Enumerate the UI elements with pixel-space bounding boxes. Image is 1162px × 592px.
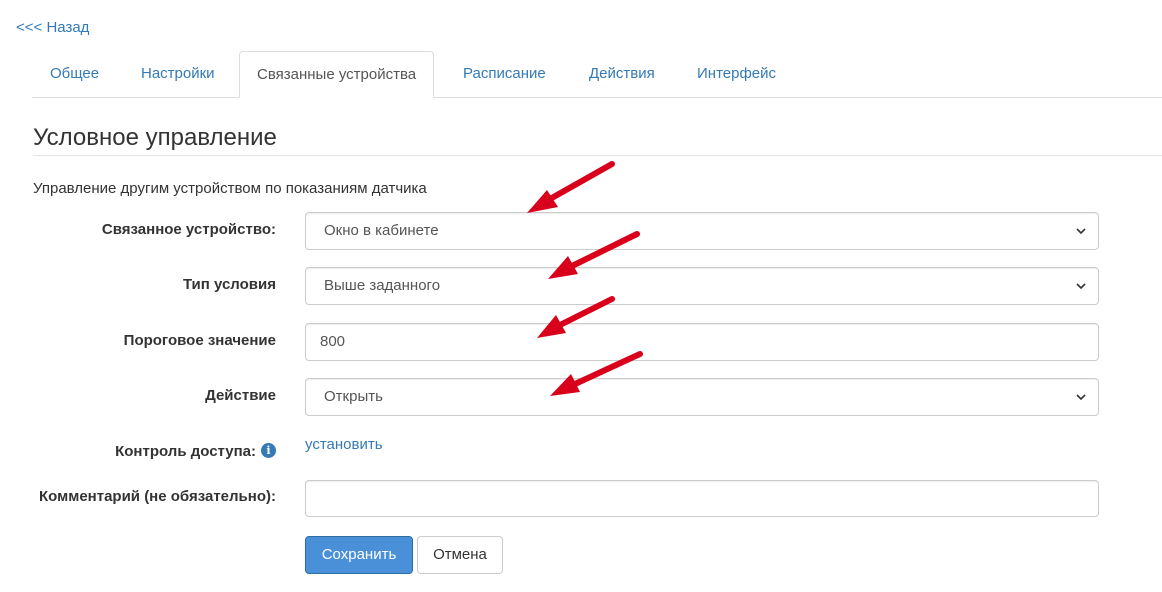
tab-general[interactable]: Общее [32, 51, 117, 97]
tab-interface[interactable]: Интерфейс [679, 51, 794, 97]
condition-type-value: Выше заданного [324, 277, 441, 294]
tab-schedule[interactable]: Расписание [445, 51, 564, 97]
tab-actions[interactable]: Действия [571, 51, 673, 97]
section-description: Управление другим устройством по показан… [33, 180, 427, 197]
save-button[interactable]: Сохранить [305, 536, 413, 574]
linked-device-label: Связанное устройство: [101, 221, 276, 238]
condition-type-label: Тип условия [182, 276, 276, 293]
condition-type-select[interactable]: Выше заданного [305, 267, 1099, 305]
back-link[interactable]: <<< Назад [16, 19, 89, 37]
action-value: Открыть [324, 388, 383, 405]
annotation-arrow [527, 161, 615, 213]
chevron-down-icon [1076, 394, 1086, 401]
access-control-set-link[interactable]: установить [305, 436, 383, 454]
threshold-input[interactable]: 800 [305, 323, 1099, 361]
linked-device-select[interactable]: Окно в кабинете [305, 212, 1099, 250]
tab-linked-devices[interactable]: Связанные устройства [239, 51, 435, 98]
cancel-button[interactable]: Отмена [417, 536, 503, 574]
comment-label: Комментарий (не обязательно): [39, 488, 276, 505]
chevron-down-icon [1076, 283, 1086, 290]
tab-bar: Общее Настройки Связанные устройства Рас… [32, 51, 1162, 98]
action-select[interactable]: Открыть [305, 378, 1099, 416]
title-divider [33, 155, 1162, 156]
tab-settings[interactable]: Настройки [123, 51, 233, 97]
threshold-value: 800 [320, 333, 346, 350]
action-label: Действие [205, 387, 276, 404]
section-title: Условное управление [33, 124, 277, 151]
threshold-label: Пороговое значение [123, 332, 276, 349]
chevron-down-icon [1076, 228, 1086, 235]
info-icon[interactable]: i [261, 443, 276, 458]
comment-input[interactable] [305, 480, 1099, 517]
linked-device-value: Окно в кабинете [324, 222, 439, 239]
access-control-label: Контроль доступа: [115, 443, 256, 460]
